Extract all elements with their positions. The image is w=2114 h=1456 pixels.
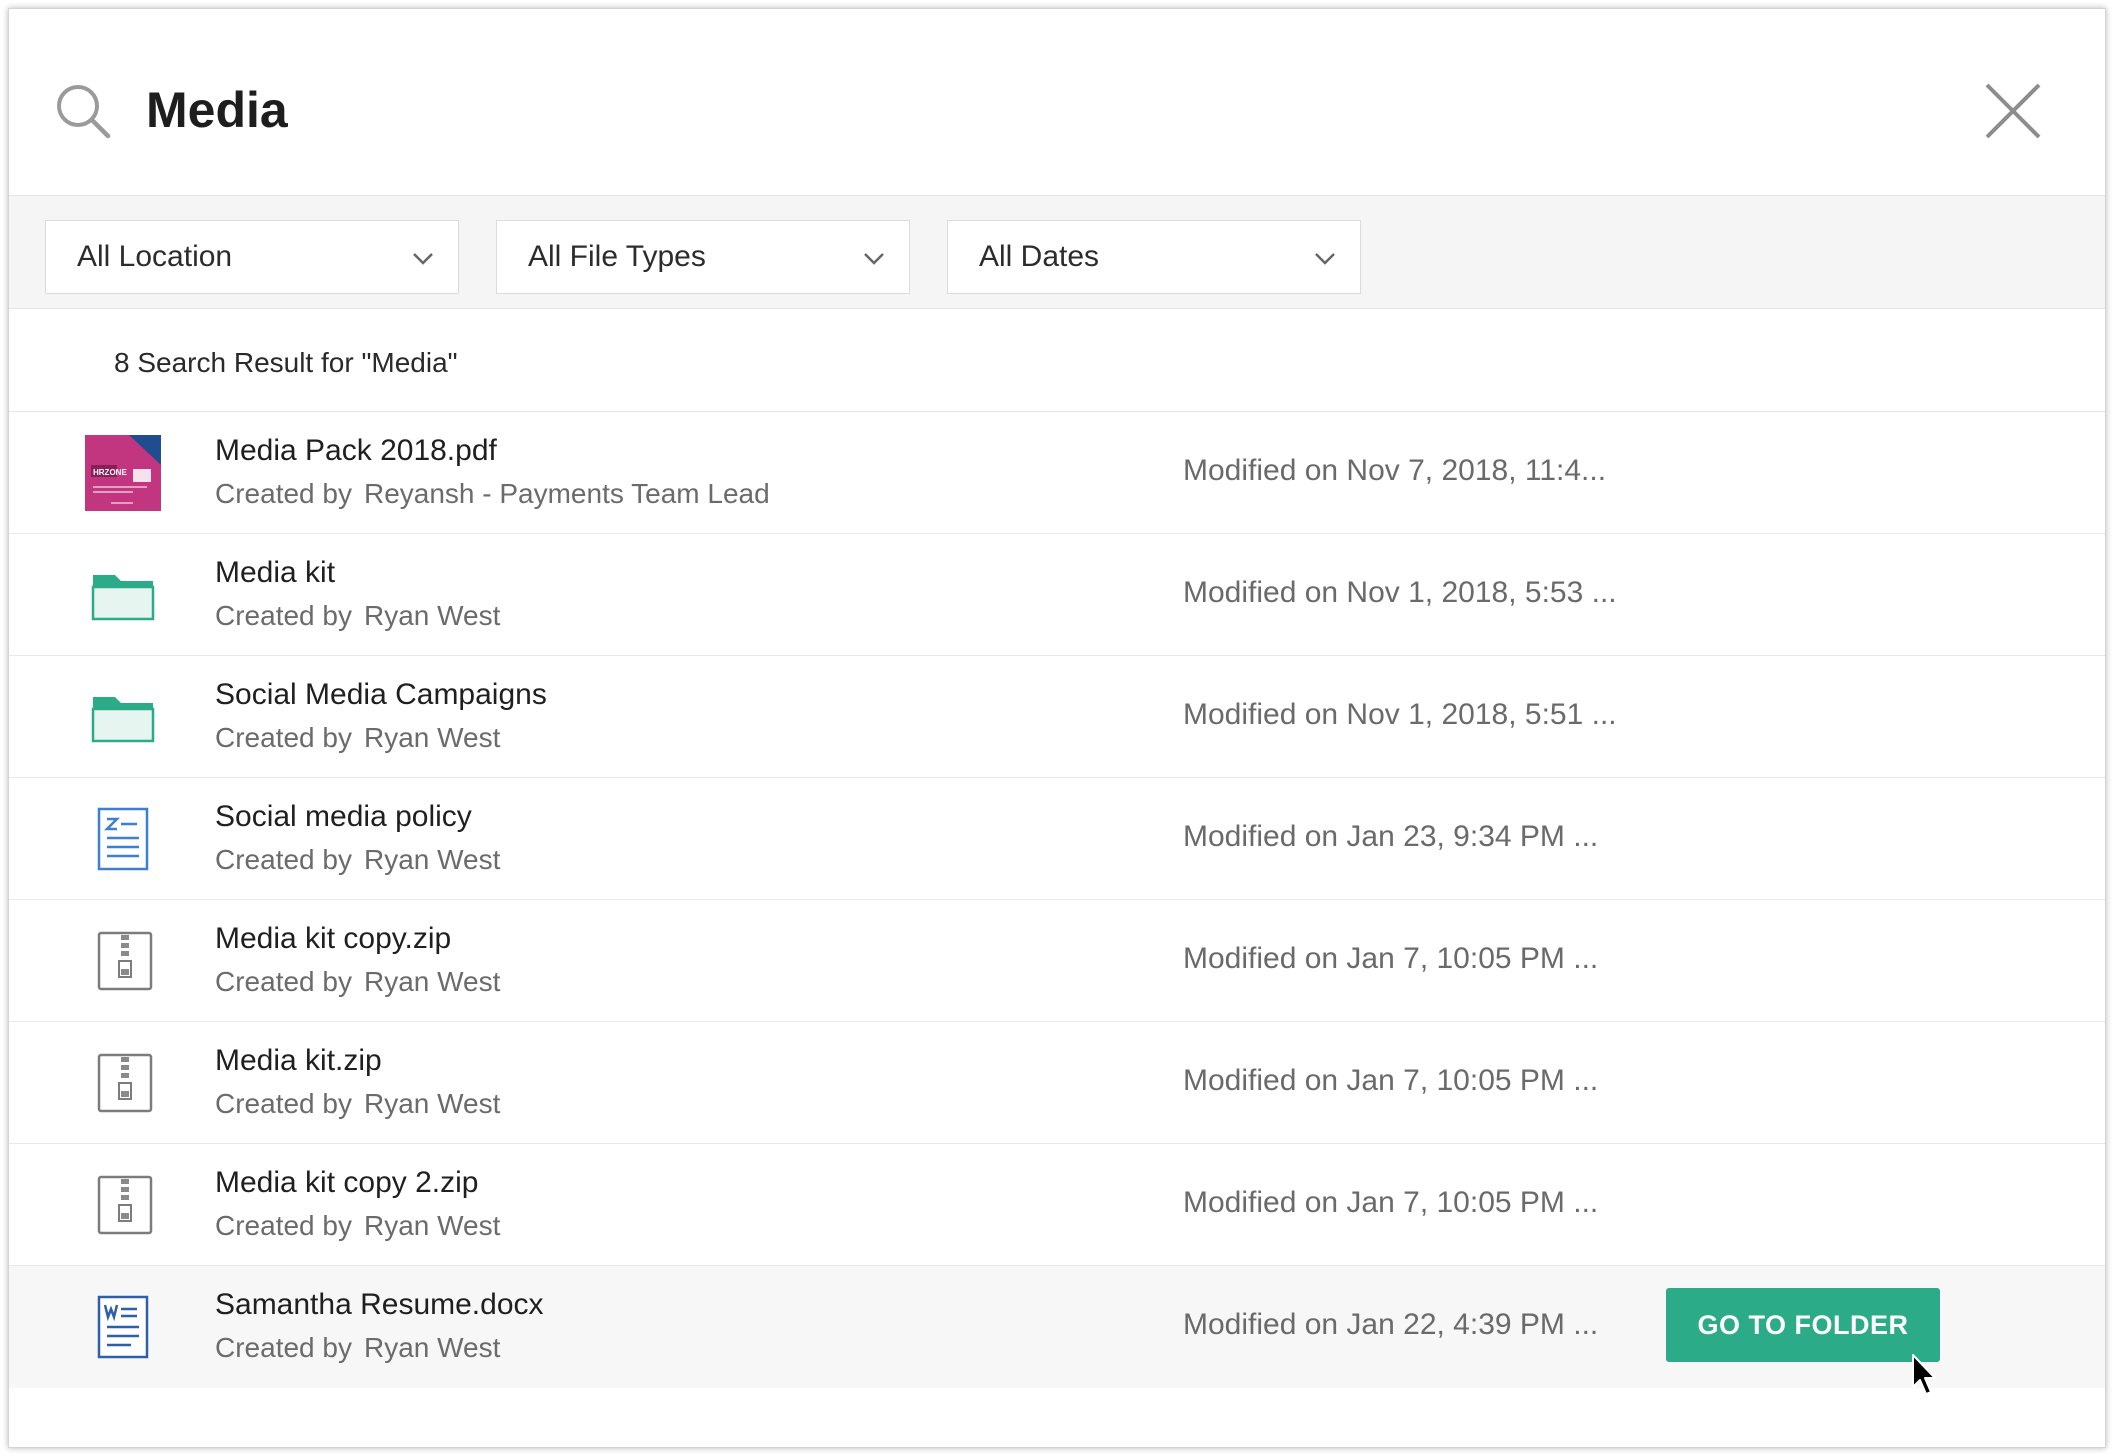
filter-bar: All Location All File Types All Dates bbox=[9, 195, 2105, 309]
created-by-label: Created by bbox=[215, 600, 352, 631]
chevron-down-icon bbox=[413, 253, 433, 265]
creator-name: Ryan West bbox=[363, 844, 501, 875]
creator-name: Ryan West bbox=[363, 1210, 501, 1241]
search-bar: Media bbox=[9, 9, 2105, 195]
modified-date: Modified on Jan 7, 10:05 PM ... bbox=[1183, 942, 1599, 975]
file-type-filter-label: All File Types bbox=[528, 240, 706, 273]
result-row[interactable]: Media kit.zip Created by Ryan West Modifi… bbox=[9, 1022, 2105, 1144]
file-name[interactable]: Media kit copy.zip bbox=[215, 918, 451, 960]
pdf-thumbnail-icon: HRZONE bbox=[85, 435, 161, 511]
result-count: 8 Search Result for "Media" bbox=[114, 347, 458, 378]
created-by-label: Created by bbox=[215, 844, 352, 875]
file-meta: Created by Ryan West bbox=[215, 1205, 500, 1247]
file-name[interactable]: Media kit bbox=[215, 552, 335, 594]
file-name[interactable]: Media kit copy 2.zip bbox=[215, 1162, 478, 1204]
file-name[interactable]: Social Media Campaigns bbox=[215, 674, 547, 716]
creator-name: Ryan West bbox=[363, 966, 501, 997]
pdf-thumbnail-text: HRZONE bbox=[93, 468, 127, 477]
file-name[interactable]: Samantha Resume.docx bbox=[215, 1284, 544, 1326]
file-name[interactable]: Media kit.zip bbox=[215, 1040, 382, 1082]
result-row[interactable]: Social Media Campaigns Created by Ryan We… bbox=[9, 656, 2105, 778]
file-meta: Created by Ryan West bbox=[215, 595, 500, 637]
creator-name: Ryan West bbox=[363, 1332, 501, 1363]
created-by-label: Created by bbox=[215, 1332, 352, 1363]
result-row[interactable]: Media kit copy.zip Created by Ryan West M… bbox=[9, 900, 2105, 1022]
result-row-hovered[interactable]: Samantha Resume.docx Created by Ryan West… bbox=[9, 1266, 2105, 1388]
document-icon bbox=[97, 807, 149, 871]
file-type-filter-dropdown[interactable]: All File Types bbox=[496, 220, 910, 294]
created-by-label: Created by bbox=[215, 1088, 352, 1119]
close-icon[interactable] bbox=[1981, 79, 2045, 143]
result-row[interactable]: Media kit copy 2.zip Created by Ryan West… bbox=[9, 1144, 2105, 1266]
file-name[interactable]: Media Pack 2018.pdf bbox=[215, 430, 497, 472]
modified-date: Modified on Jan 7, 10:05 PM ... bbox=[1183, 1064, 1599, 1097]
file-meta: Created by Ryan West bbox=[215, 717, 500, 759]
file-meta: Created by Reyansh - Payments Team Lead bbox=[215, 473, 770, 515]
result-row[interactable]: Social media policy Created by Ryan West … bbox=[9, 778, 2105, 900]
created-by-label: Created by bbox=[215, 1210, 352, 1241]
date-filter-label: All Dates bbox=[979, 240, 1100, 273]
file-meta: Created by Ryan West bbox=[215, 961, 500, 1003]
location-filter-dropdown[interactable]: All Location bbox=[45, 220, 459, 294]
created-by-label: Created by bbox=[215, 966, 352, 997]
word-document-icon bbox=[97, 1295, 149, 1359]
modified-date: Modified on Nov 7, 2018, 11:4... bbox=[1183, 454, 1607, 487]
zip-file-icon bbox=[97, 1175, 153, 1235]
chevron-down-icon bbox=[1315, 253, 1335, 265]
folder-icon bbox=[91, 697, 155, 743]
file-name[interactable]: Social media policy bbox=[215, 796, 472, 838]
creator-name: Ryan West bbox=[363, 600, 501, 631]
result-row[interactable]: Media kit Created by Ryan West Modified o… bbox=[9, 534, 2105, 656]
zip-file-icon bbox=[97, 931, 153, 991]
result-row[interactable]: HRZONE Media Pack 2018.pdf Created by Rey… bbox=[9, 412, 2105, 534]
creator-name: Ryan West bbox=[363, 722, 501, 753]
file-meta: Created by Ryan West bbox=[215, 1083, 500, 1125]
date-filter-dropdown[interactable]: All Dates bbox=[947, 220, 1361, 294]
creator-name: Reyansh - Payments Team Lead bbox=[363, 478, 770, 509]
zip-file-icon bbox=[97, 1053, 153, 1113]
modified-date: Modified on Jan 22, 4:39 PM ... bbox=[1183, 1308, 1599, 1341]
modified-date: Modified on Jan 23, 9:34 PM ... bbox=[1183, 820, 1599, 853]
mouse-pointer-icon bbox=[1912, 1354, 1936, 1395]
search-input[interactable]: Media bbox=[146, 75, 288, 145]
chevron-down-icon bbox=[864, 253, 884, 265]
modified-date: Modified on Nov 1, 2018, 5:53 ... bbox=[1183, 576, 1617, 609]
location-filter-label: All Location bbox=[77, 240, 233, 273]
modified-date: Modified on Nov 1, 2018, 5:51 ... bbox=[1183, 698, 1617, 731]
file-meta: Created by Ryan West bbox=[215, 839, 500, 881]
created-by-label: Created by bbox=[215, 722, 352, 753]
folder-icon bbox=[91, 575, 155, 621]
creator-name: Ryan West bbox=[363, 1088, 501, 1119]
go-to-folder-button[interactable]: GO TO FOLDER bbox=[1666, 1288, 1940, 1362]
file-meta: Created by Ryan West bbox=[215, 1327, 500, 1369]
created-by-label: Created by bbox=[215, 478, 352, 509]
modified-date: Modified on Jan 7, 10:05 PM ... bbox=[1183, 1186, 1599, 1219]
search-dialog: Media All Location All File Types All Da… bbox=[8, 8, 2106, 1448]
search-icon bbox=[57, 85, 111, 139]
